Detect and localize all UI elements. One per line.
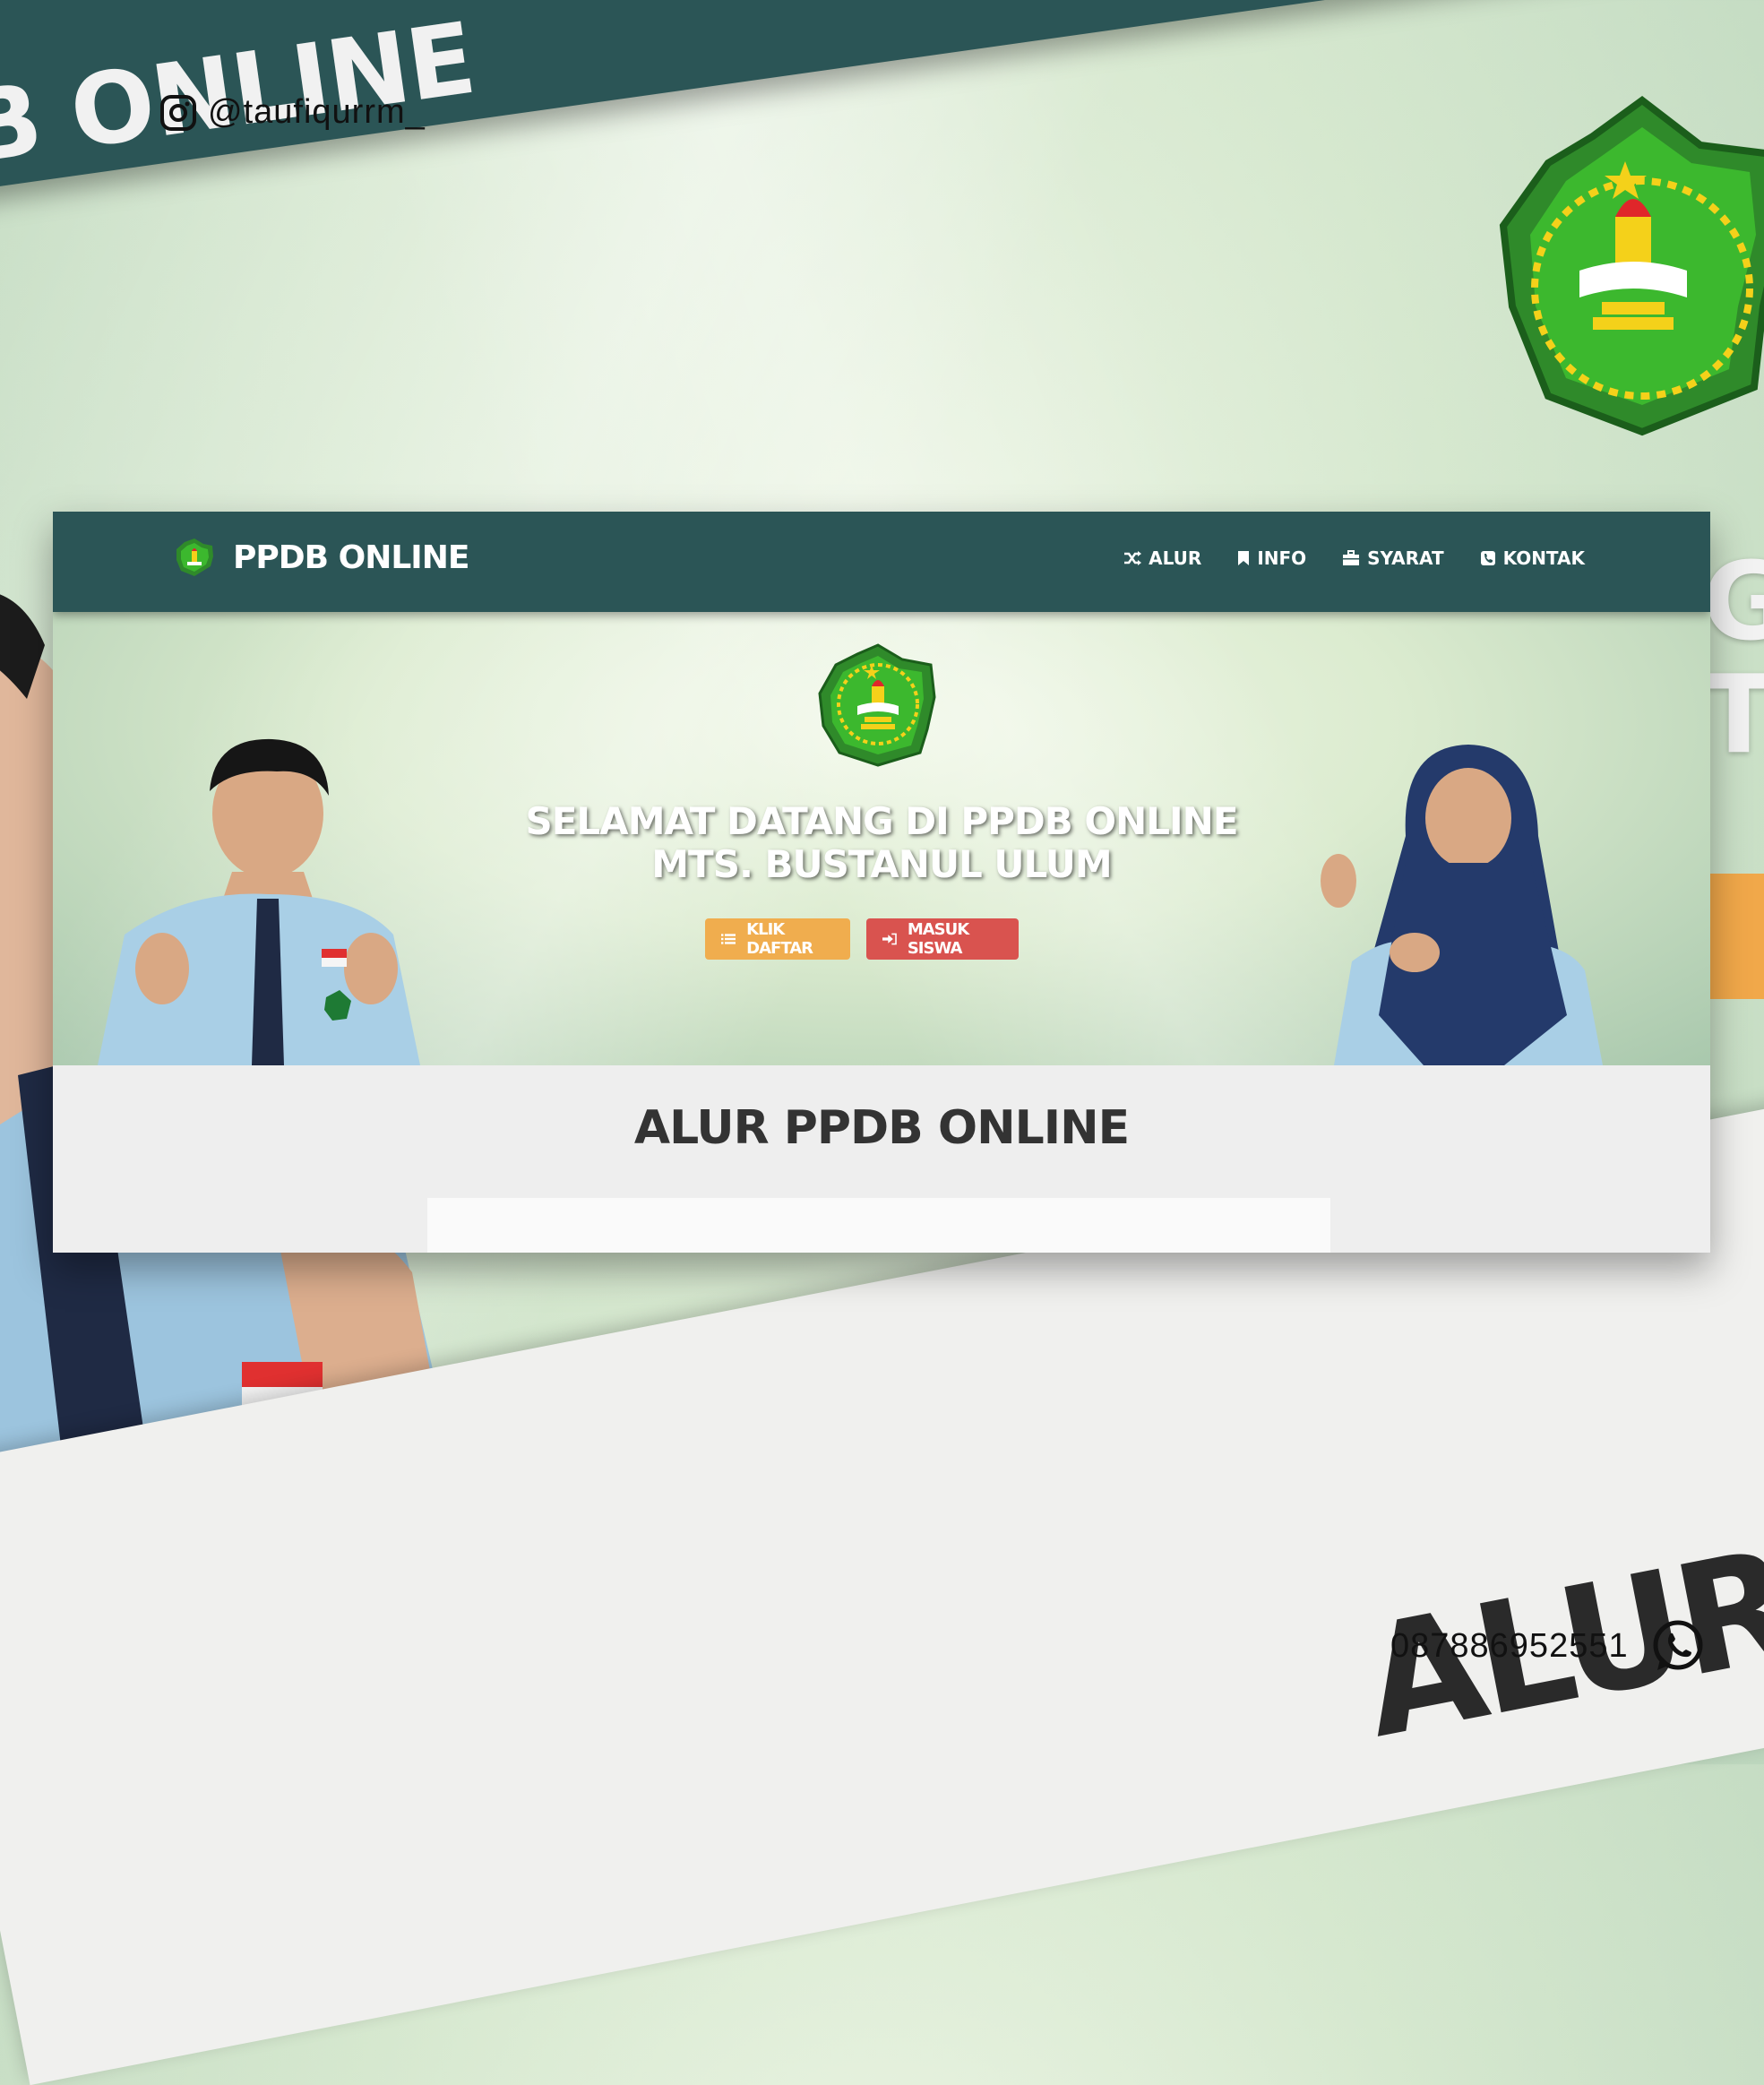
- whatsapp-number-text: 087886952551: [1390, 1626, 1629, 1665]
- nav-item-alur[interactable]: ALUR: [1123, 547, 1201, 569]
- nav-item-label: KONTAK: [1502, 547, 1585, 569]
- masuk-siswa-label: MASUK SISWA: [907, 920, 969, 958]
- nav-item-label: ALUR: [1149, 547, 1202, 569]
- klik-daftar-label: KLIK DAFTAR: [746, 920, 813, 958]
- background-letter: G: [1702, 540, 1764, 665]
- bookmark-icon: [1238, 551, 1250, 565]
- school-logo-large: [1499, 96, 1764, 436]
- main-nav: ALUR INFO SYARAT KONTAK: [1123, 547, 1585, 569]
- nav-item-kontak[interactable]: KONTAK: [1480, 547, 1585, 569]
- alur-section: ALUR PPDB ONLINE: [53, 1065, 1710, 1253]
- klik-daftar-button[interactable]: KLIK DAFTAR: [705, 918, 850, 960]
- navbar: PPDB ONLINE ALUR INFO SYARAT KONTAK: [53, 512, 1710, 612]
- alur-section-title: ALUR PPDB ONLINE: [633, 1101, 1130, 1155]
- briefcase-icon: [1343, 550, 1360, 565]
- masuk-siswa-button[interactable]: MASUK SISWA: [866, 918, 1019, 960]
- brand-title: PPDB ONLINE: [233, 538, 469, 576]
- whatsapp-contact: 087886952551: [1390, 1618, 1706, 1674]
- nav-item-label: INFO: [1257, 547, 1307, 569]
- alur-content-panel: [427, 1198, 1330, 1253]
- instagram-handle: @taufiqurrm_: [159, 93, 426, 132]
- shuffle-icon: [1124, 551, 1142, 565]
- phone-icon: [1480, 551, 1495, 565]
- sign-in-icon: [882, 933, 897, 945]
- website-screenshot: PPDB ONLINE ALUR INFO SYARAT KONTAK SELA…: [53, 512, 1710, 1253]
- background-letter: TA: [1702, 653, 1764, 778]
- instagram-icon: [160, 94, 196, 131]
- student-boy-photo: [98, 738, 420, 1065]
- school-logo-hero: [818, 643, 936, 767]
- hero-section: SELAMAT DATANG DI PPDB ONLINE MTS. BUSTA…: [53, 612, 1710, 1065]
- list-icon: [721, 934, 736, 944]
- background-right-letters: G TA: [1702, 547, 1764, 772]
- navbar-brand[interactable]: PPDB ONLINE: [174, 537, 469, 578]
- nav-item-label: SYARAT: [1367, 547, 1444, 569]
- nav-item-syarat[interactable]: SYARAT: [1342, 547, 1444, 569]
- nav-item-info[interactable]: INFO: [1237, 547, 1306, 569]
- school-logo-icon: [176, 538, 213, 576]
- student-girl-photo: [1321, 745, 1603, 1065]
- instagram-handle-text: @taufiqurrm_: [208, 93, 426, 131]
- whatsapp-icon: [1653, 1620, 1703, 1670]
